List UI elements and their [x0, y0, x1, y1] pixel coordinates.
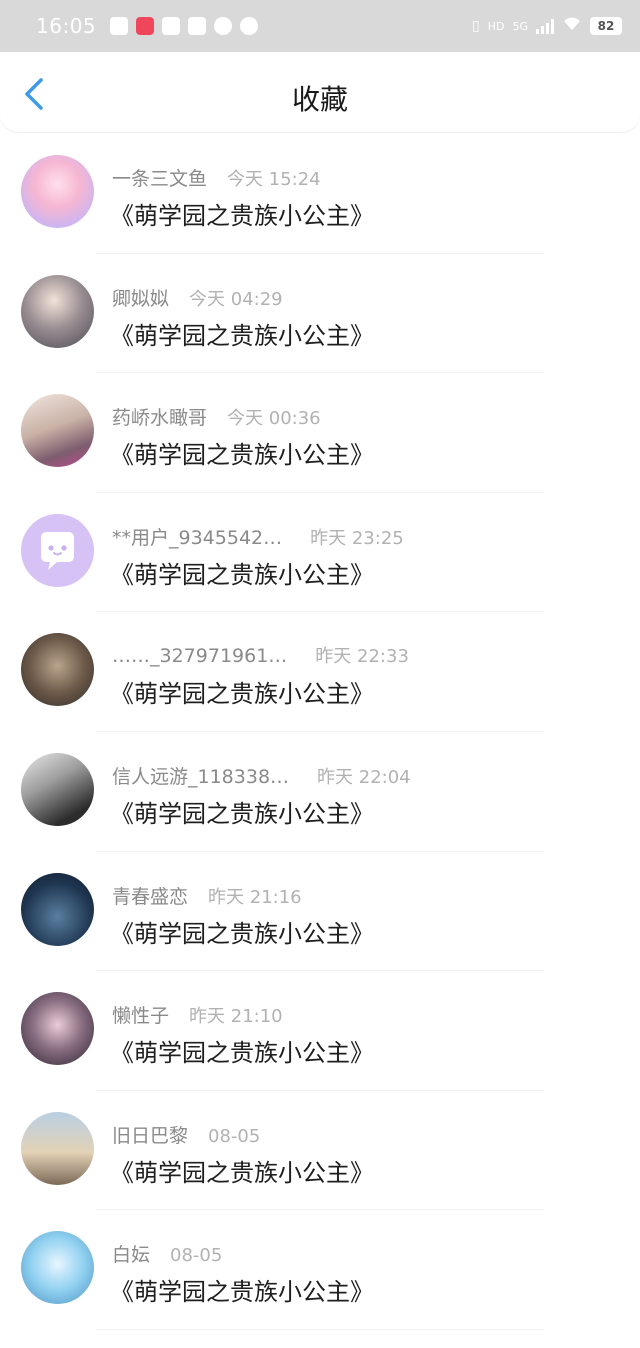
username[interactable]: ……_327971961…: [112, 645, 287, 667]
username[interactable]: 药峤水瞰哥: [112, 403, 207, 430]
timestamp: 今天 15:24: [227, 169, 321, 190]
book-title[interactable]: 《萌学园之贵族小公主》: [110, 1033, 374, 1068]
avatar[interactable]: [21, 992, 94, 1066]
item-meta: 一条三文鱼 今天 15:24: [112, 164, 321, 191]
chat-bubble-icon: [240, 17, 259, 35]
vibrate-icon: ▯: [472, 18, 480, 34]
book-title[interactable]: 《萌学园之贵族小公主》: [110, 435, 374, 470]
book-title[interactable]: 《萌学园之贵族小公主》: [110, 674, 374, 709]
wifi-icon: [562, 16, 582, 36]
list-item[interactable]: **用户_9345542… 昨天 23:25 《萌学园之贵族小公主》: [0, 493, 640, 613]
avatar[interactable]: [21, 872, 94, 946]
item-meta: 懒性子 昨天 21:10: [112, 1001, 283, 1028]
timestamp: 昨天 22:04: [317, 766, 411, 788]
item-meta: 信人远游_118338… 昨天 22:04: [112, 762, 411, 789]
red-app-icon: [136, 17, 155, 35]
timestamp: 08-05: [208, 1125, 261, 1147]
avatar[interactable]: [21, 633, 94, 707]
timestamp: 今天 04:29: [189, 288, 283, 310]
username[interactable]: 旧日巴黎: [112, 1121, 188, 1148]
book-title[interactable]: 《萌学园之贵族小公主》: [110, 1153, 374, 1188]
list-item[interactable]: 信人远游_118338… 昨天 22:04 《萌学园之贵族小公主》: [0, 732, 640, 852]
battery-indicator: 82: [590, 17, 622, 35]
gallery-app-icon: [110, 17, 129, 35]
favorites-list: 一条三文鱼 今天 15:24 《萌学园之贵族小公主》 卿姒姒 今天 04:29 …: [0, 134, 640, 1330]
item-meta: 卿姒姒 今天 04:29: [112, 284, 283, 311]
avatar[interactable]: [21, 1111, 94, 1185]
timestamp: 昨天 23:25: [310, 527, 404, 549]
system-status: ▯ HD 5G 82: [472, 16, 622, 36]
list-item[interactable]: 懒性子 昨天 21:10 《萌学园之贵族小公主》: [0, 971, 640, 1091]
app-icon: [188, 17, 207, 35]
timestamp: 昨天 22:33: [315, 646, 409, 668]
timestamp: 今天 00:36: [227, 408, 321, 430]
item-meta: 旧日巴黎 08-05: [112, 1121, 260, 1148]
mail-icon: [162, 17, 181, 35]
navigation-bar: 收藏: [0, 52, 640, 132]
username[interactable]: 懒性子: [112, 1001, 169, 1028]
book-title[interactable]: 《萌学园之贵族小公主》: [110, 196, 374, 231]
book-title[interactable]: 《萌学园之贵族小公主》: [110, 555, 374, 590]
username[interactable]: 信人远游_118338…: [112, 762, 289, 789]
chat-bubble-icon: [41, 531, 74, 570]
page-title: 收藏: [291, 83, 348, 116]
hd-badge: HD: [487, 19, 505, 33]
avatar[interactable]: [21, 155, 94, 228]
book-title[interactable]: 《萌学园之贵族小公主》: [110, 316, 374, 351]
timestamp: 昨天 21:16: [208, 886, 302, 908]
default-avatar[interactable]: [21, 513, 94, 587]
item-meta: **用户_9345542… 昨天 23:25: [112, 523, 404, 550]
status-bar: 16:05 ▯ HD 5G 82: [0, 0, 640, 52]
avatar[interactable]: [21, 1231, 94, 1305]
avatar[interactable]: [21, 274, 94, 348]
divider: [96, 1328, 544, 1330]
item-meta: 青春盛恋 昨天 21:16: [112, 882, 302, 909]
list-item[interactable]: 白妘 08-05 《萌学园之贵族小公主》: [0, 1210, 640, 1330]
item-meta: ……_327971961… 昨天 22:33: [112, 642, 409, 668]
username[interactable]: 青春盛恋: [112, 882, 188, 909]
signal-strength-icon: [536, 18, 554, 34]
book-title[interactable]: 《萌学园之贵族小公主》: [110, 794, 374, 829]
list-item[interactable]: 药峤水瞰哥 今天 00:36 《萌学园之贵族小公主》: [0, 373, 640, 493]
list-item[interactable]: 一条三文鱼 今天 15:24 《萌学园之贵族小公主》: [0, 134, 640, 254]
notification-icons: [110, 17, 259, 35]
list-item[interactable]: 卿姒姒 今天 04:29 《萌学园之贵族小公主》: [0, 254, 640, 374]
timestamp: 08-05: [170, 1245, 223, 1267]
timestamp: 昨天 21:10: [189, 1006, 283, 1028]
list-item[interactable]: 旧日巴黎 08-05 《萌学园之贵族小公主》: [0, 1091, 640, 1211]
username[interactable]: 白妘: [112, 1240, 150, 1267]
avatar[interactable]: [21, 394, 94, 468]
item-meta: 白妘 08-05: [112, 1240, 222, 1267]
avatar[interactable]: [21, 752, 94, 826]
cloud-icon: [214, 17, 233, 35]
list-item[interactable]: ……_327971961… 昨天 22:33 《萌学园之贵族小公主》: [0, 612, 640, 732]
username[interactable]: **用户_9345542…: [112, 523, 282, 550]
username[interactable]: 卿姒姒: [112, 284, 169, 311]
status-time: 16:05: [36, 14, 97, 38]
item-meta: 药峤水瞰哥 今天 00:36: [112, 403, 321, 430]
username[interactable]: 一条三文鱼: [112, 164, 207, 191]
book-title[interactable]: 《萌学园之贵族小公主》: [110, 1272, 374, 1307]
network-type: 5G: [512, 19, 528, 33]
book-title[interactable]: 《萌学园之贵族小公主》: [110, 914, 374, 949]
list-item[interactable]: 青春盛恋 昨天 21:16 《萌学园之贵族小公主》: [0, 852, 640, 972]
